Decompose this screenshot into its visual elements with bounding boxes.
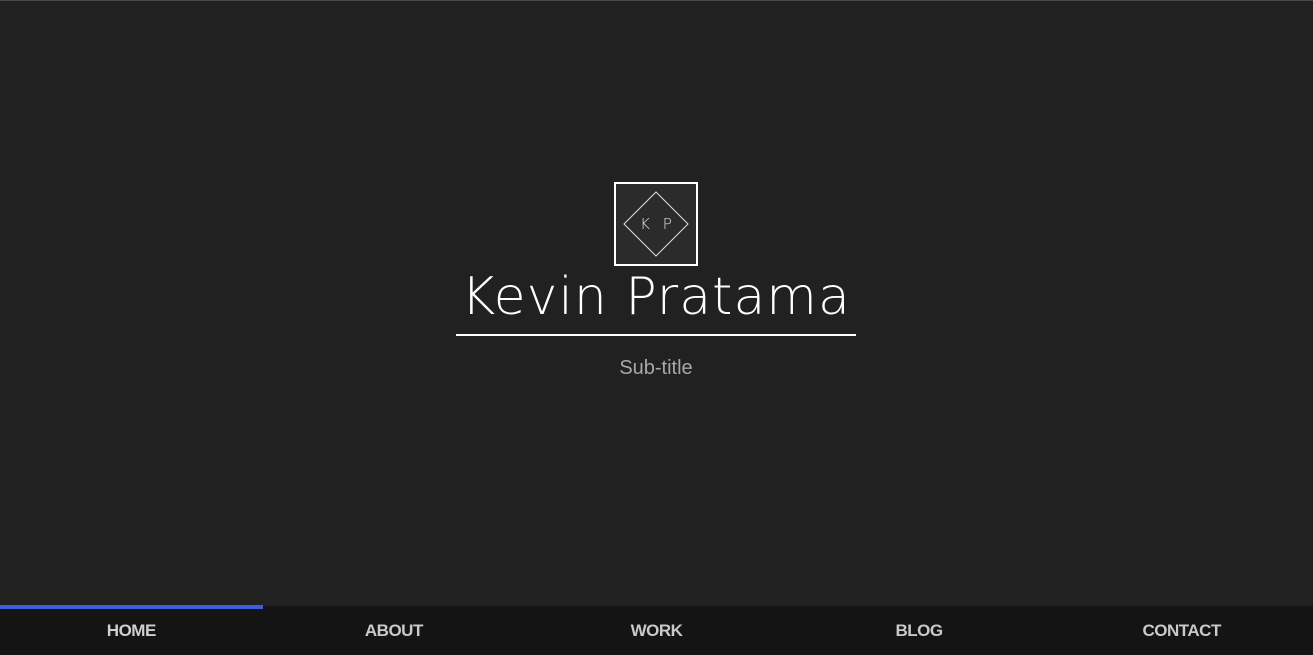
nav-item-work[interactable]: WORK — [525, 606, 788, 655]
page-subtitle: Sub-title — [619, 357, 693, 379]
page-title: Kevin Pratama — [461, 267, 851, 327]
nav-item-label: HOME — [106, 621, 157, 640]
nav-item-label: ABOUT — [364, 621, 423, 640]
nav-item-label: WORK — [630, 621, 683, 640]
title-divider — [456, 334, 856, 336]
bottom-navbar: HOME ABOUT WORK BLOG CONTACT — [0, 605, 1313, 655]
hero-section: K P Kevin Pratama Sub-title — [0, 1, 1313, 606]
nav-item-label: CONTACT — [1142, 621, 1222, 640]
nav-item-label: BLOG — [895, 621, 944, 640]
logo-initials: K P — [640, 215, 676, 233]
nav-item-home[interactable]: HOME — [0, 606, 263, 655]
nav-item-blog[interactable]: BLOG — [788, 606, 1051, 655]
nav-item-contact[interactable]: CONTACT — [1050, 606, 1313, 655]
nav-item-about[interactable]: ABOUT — [263, 606, 526, 655]
logo[interactable]: K P — [614, 182, 698, 266]
page: K P Kevin Pratama Sub-title HOME ABOUT W… — [0, 0, 1313, 655]
